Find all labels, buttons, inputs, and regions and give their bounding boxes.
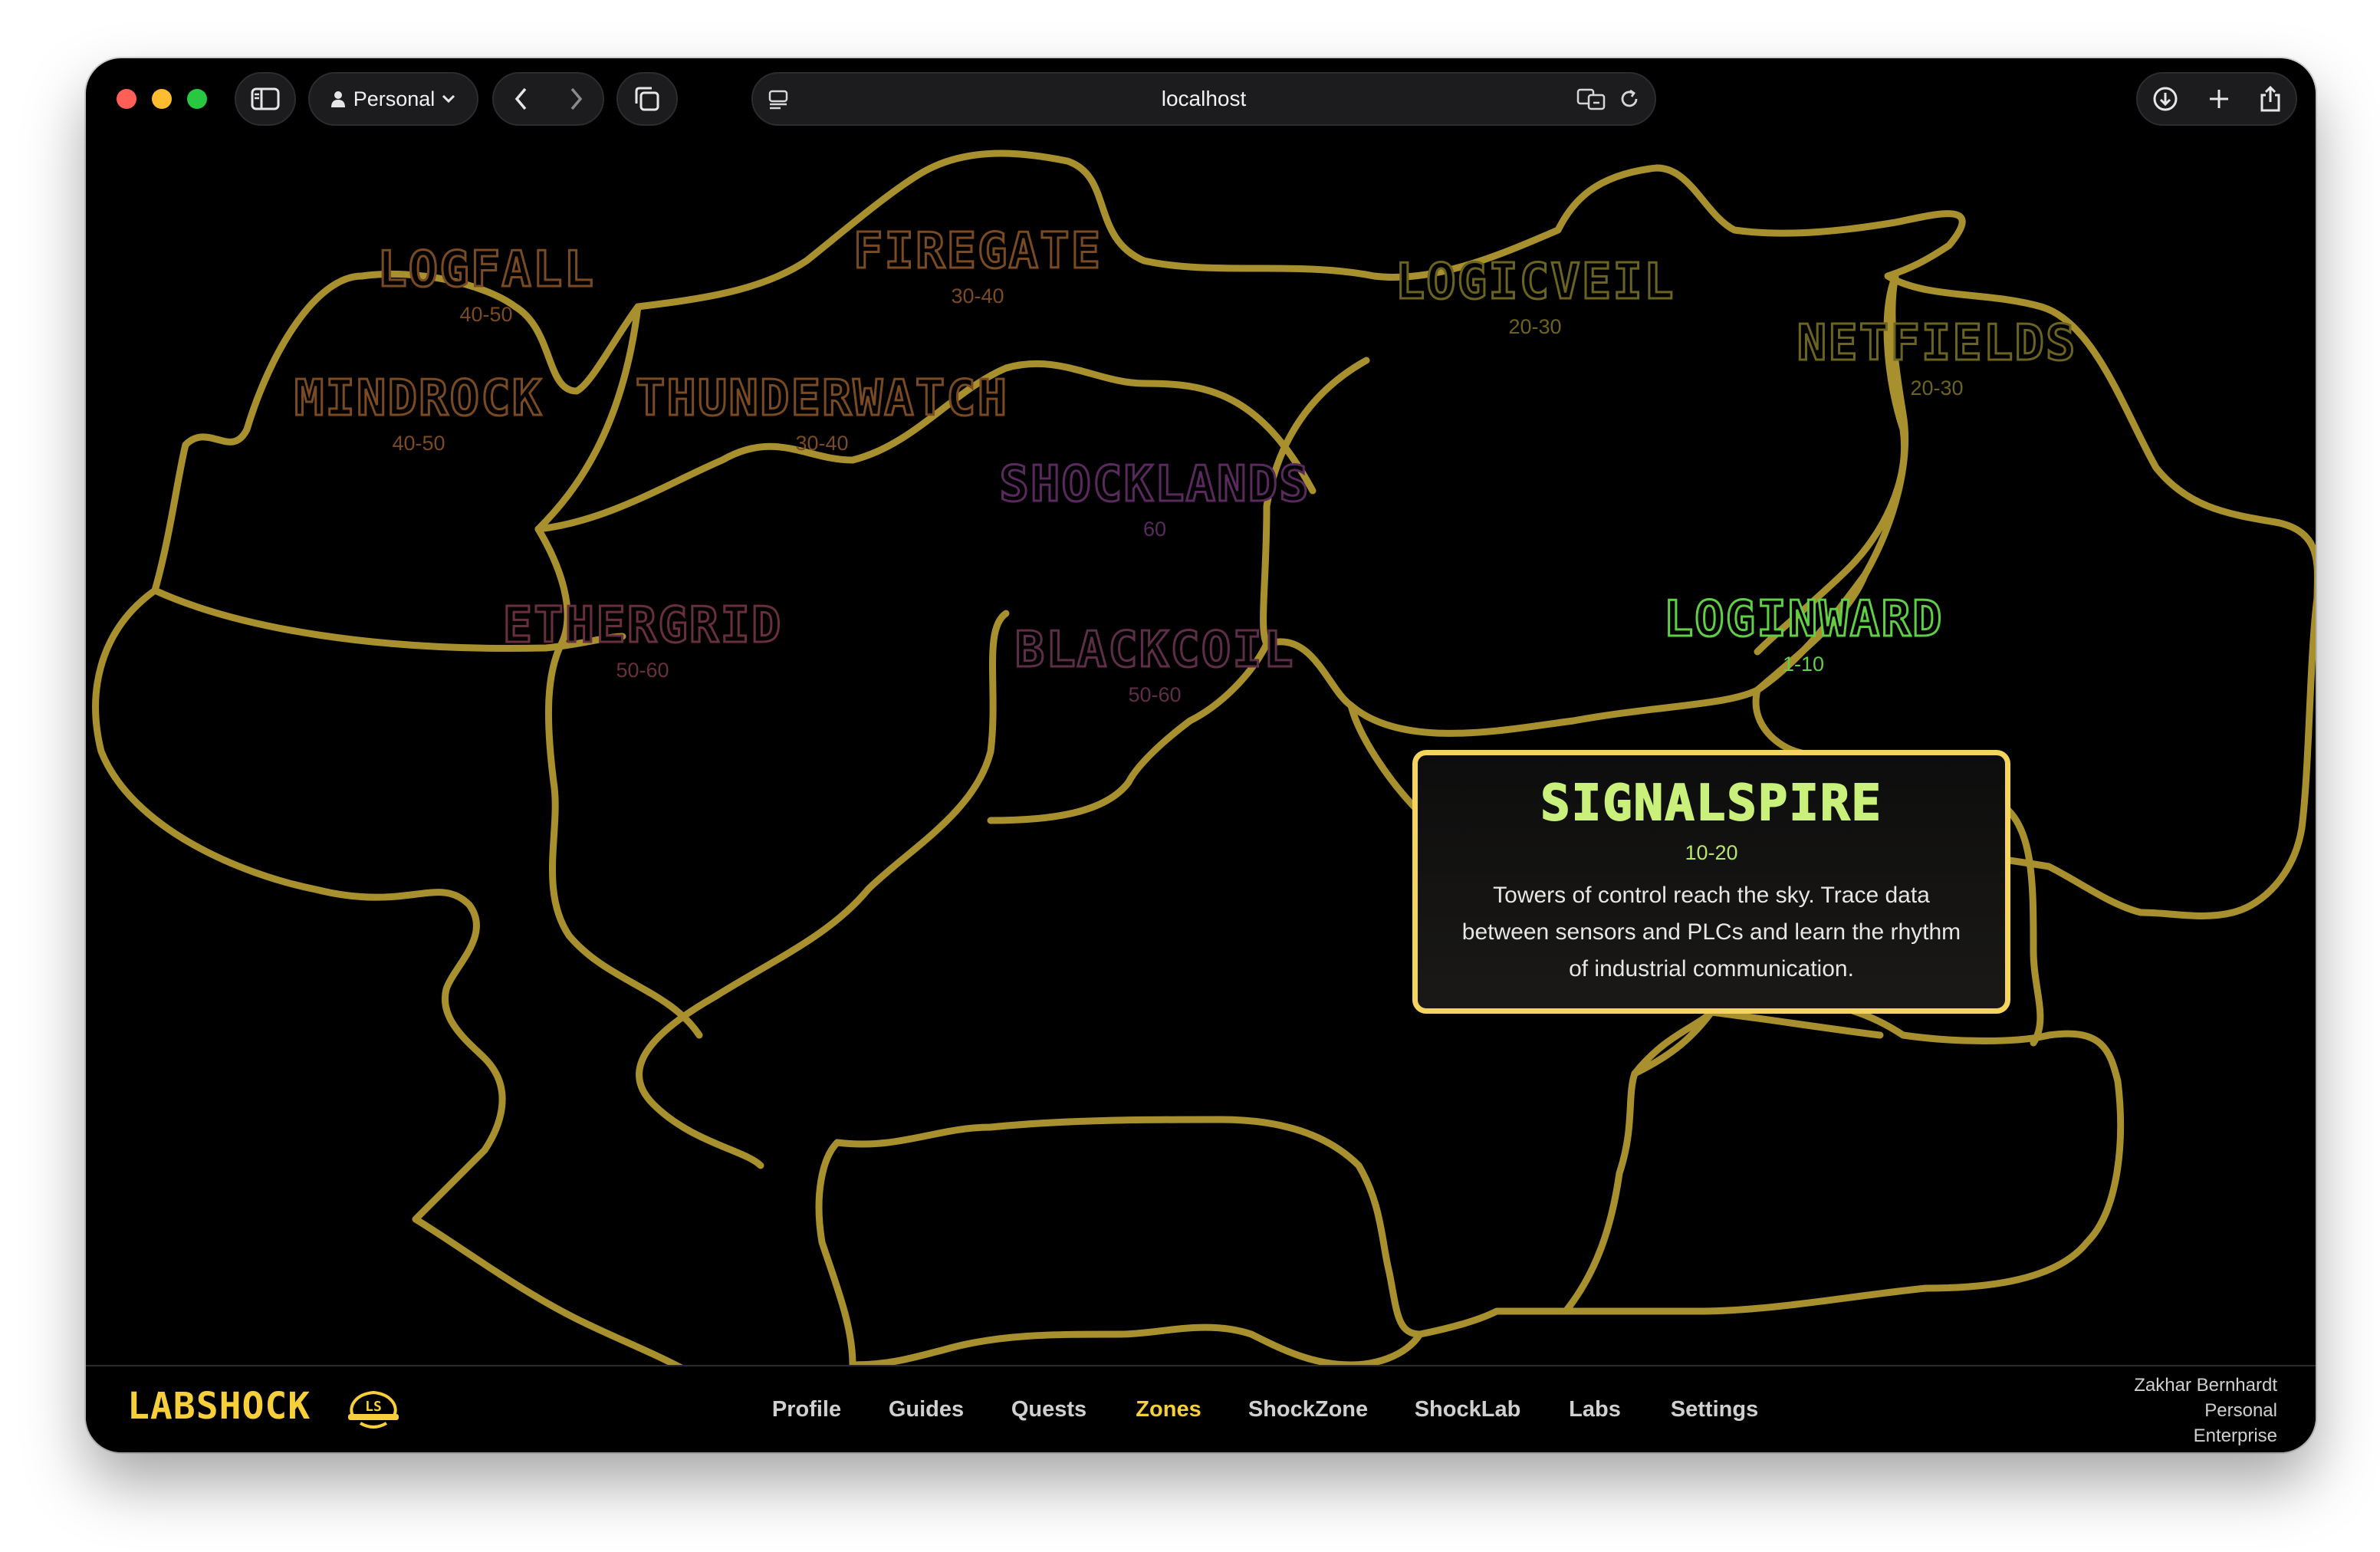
close-window-button[interactable] — [117, 89, 136, 109]
minimize-window-button[interactable] — [152, 89, 172, 109]
tabs-icon — [635, 87, 659, 111]
user-plan: Personal — [2204, 1400, 2277, 1421]
url-text: localhost — [1161, 87, 1247, 110]
zone-label-thunderwatch[interactable]: THUNDERWATCH 30-40 — [634, 370, 1009, 455]
user-tier: Enterprise — [2193, 1425, 2277, 1446]
toolbar-actions — [2136, 72, 2297, 126]
logo-letters: LS — [365, 1399, 382, 1415]
zone-range: 40-50 — [459, 303, 513, 326]
zone-name: LOGFALL — [376, 241, 595, 300]
reload-icon[interactable] — [1618, 87, 1641, 110]
border-loginward-top[interactable] — [1708, 1008, 1884, 1039]
zone-name: LOGICVEIL — [1394, 253, 1675, 312]
tooltip-zone-description: Towers of control reach the sky. Trace d… — [1461, 883, 1961, 982]
nav-item-guides[interactable]: Guides — [889, 1397, 964, 1422]
zone-name: MINDROCK — [293, 370, 544, 429]
back-icon[interactable] — [514, 87, 529, 111]
zone-range: 30-40 — [951, 284, 1004, 307]
zone-name: FIREGATE — [852, 222, 1103, 281]
zone-name: ETHERGRID — [501, 597, 783, 656]
browser-window: Personal localhost LOGFALL 40-50 FIREGAT… — [86, 58, 2316, 1452]
download-icon[interactable] — [2152, 85, 2179, 113]
profile-selector[interactable]: Personal — [308, 72, 478, 126]
new-tab-icon[interactable] — [2207, 87, 2230, 110]
zone-range: 20-30 — [1910, 376, 1964, 400]
zone-label-shocklands[interactable]: SHOCKLANDS 60 — [998, 455, 1310, 541]
zone-label-firegate[interactable]: FIREGATE 30-40 — [852, 222, 1103, 308]
border-shocklands-west[interactable] — [636, 610, 1010, 1169]
nav-item-profile[interactable]: Profile — [772, 1397, 841, 1422]
share-icon[interactable] — [2259, 85, 2282, 113]
brand-logo-text[interactable]: LABSHOCK — [127, 1385, 311, 1428]
zone-label-ethergrid[interactable]: ETHERGRID 50-60 — [501, 597, 783, 682]
chevron-down-icon — [442, 94, 455, 104]
sidebar-toggle-button[interactable] — [235, 72, 296, 126]
tooltip-zone-range: 10-20 — [1685, 841, 1738, 864]
address-bar[interactable]: localhost — [751, 72, 1656, 126]
forward-icon[interactable] — [568, 87, 583, 111]
zone-name: LOGINWARD — [1662, 590, 1944, 649]
zone-range: 40-50 — [392, 432, 445, 455]
zone-name: BLACKCOIL — [1014, 621, 1295, 680]
person-icon — [330, 91, 345, 107]
labshock-logo-icon[interactable]: LS — [345, 1386, 402, 1432]
tab-overview-button[interactable] — [616, 72, 678, 126]
zone-label-logfall[interactable]: LOGFALL 40-50 — [376, 241, 595, 327]
border-blackcoil-west[interactable] — [815, 1139, 856, 1365]
zone-label-blackcoil[interactable]: BLACKCOIL 50-60 — [1014, 621, 1295, 707]
profile-label: Personal — [353, 87, 436, 110]
zone-map: LOGFALL 40-50 FIREGATE 30-40 LOGICVEIL 20-30 N… — [86, 138, 2316, 1365]
zone-range: 30-40 — [795, 432, 849, 455]
border-shocklands-south[interactable] — [849, 1323, 1424, 1365]
zone-name: THUNDERWATCH — [634, 370, 1009, 429]
zone-name: SHOCKLANDS — [998, 455, 1310, 515]
zone-label-netfields[interactable]: NETFIELDS 20-30 — [1796, 314, 2077, 400]
user-name: Zakhar Bernhardt — [2134, 1375, 2277, 1396]
zone-range: 50-60 — [1128, 683, 1182, 706]
translate-icon[interactable] — [1576, 87, 1607, 110]
zone-range: 1-10 — [1782, 653, 1825, 676]
border-loginward-west[interactable] — [1631, 1008, 1715, 1077]
nav-item-zones[interactable]: Zones — [1136, 1397, 1201, 1422]
tooltip-zone-name: SIGNALSPIRE — [1540, 774, 1882, 833]
user-info[interactable]: Zakhar Bernhardt Personal Enterprise — [2134, 1373, 2277, 1448]
zoom-window-button[interactable] — [187, 89, 207, 109]
zone-label-loginward[interactable]: LOGINWARD 1-10 — [1662, 590, 1944, 676]
zone-tooltip-signalspire: SIGNALSPIRE 10-20 Towers of control reac… — [1412, 750, 2010, 1014]
zone-label-mindrock[interactable]: MINDROCK 40-50 — [293, 370, 544, 455]
sidebar-icon — [251, 87, 280, 110]
browser-toolbar: Personal localhost — [86, 58, 2316, 138]
zone-label-logicveil[interactable]: LOGICVEIL 20-30 — [1394, 253, 1675, 339]
border-loginward[interactable] — [1562, 997, 2125, 1315]
zone-range: 20-30 — [1508, 315, 1562, 338]
page-menu-icon[interactable] — [767, 87, 790, 110]
nav-item-shocklab[interactable]: ShockLab — [1415, 1397, 1521, 1422]
zone-name: NETFIELDS — [1796, 314, 2077, 373]
border-outer-west[interactable] — [92, 587, 853, 1365]
border-blackcoil[interactable] — [833, 1116, 1570, 1338]
nav-item-labs[interactable]: Labs — [1569, 1397, 1621, 1422]
nav-item-quests[interactable]: Quests — [1011, 1397, 1086, 1422]
nav-item-settings[interactable]: Settings — [1671, 1397, 1758, 1422]
history-nav — [492, 72, 604, 126]
zone-range: 50-60 — [616, 659, 669, 682]
nav-item-shockzone[interactable]: ShockZone — [1248, 1397, 1368, 1422]
bottom-nav-bar: LABSHOCK LS Profile Guides Quests Zones Shoc… — [86, 1365, 2316, 1452]
zone-range: 60 — [1142, 518, 1167, 541]
